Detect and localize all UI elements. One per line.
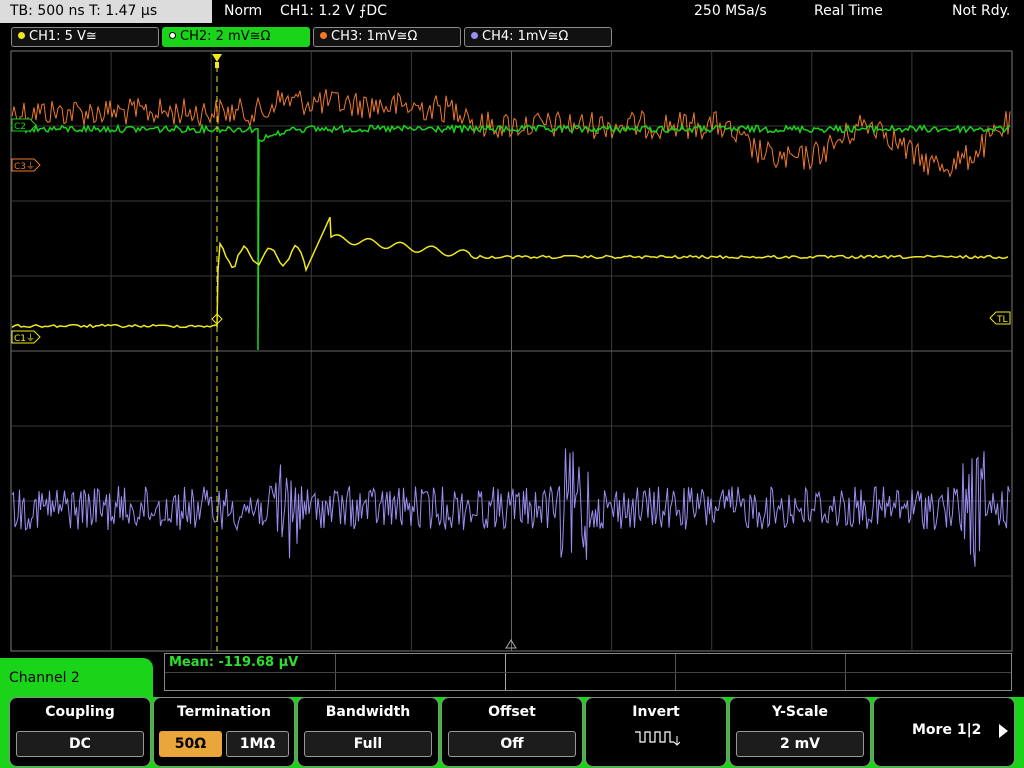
trigger-position-stem: [215, 62, 219, 68]
coupling-button[interactable]: Coupling DC: [9, 697, 151, 767]
termination-button[interactable]: Termination 50Ω 1MΩ: [153, 697, 295, 767]
ch3-marker-label: C3⏚: [14, 161, 35, 172]
bandwidth-button[interactable]: Bandwidth Full: [297, 697, 439, 767]
more-button[interactable]: More 1|2: [873, 697, 1015, 767]
y-scale-value: 2 mV: [736, 731, 864, 757]
bandwidth-label: Bandwidth: [325, 704, 411, 720]
ch2-marker-label: C2: [14, 122, 26, 132]
coupling-value: DC: [16, 731, 144, 757]
invert-button[interactable]: Invert: [585, 697, 727, 767]
measurement-panel[interactable]: Mean: -119.68 µV: [164, 653, 1012, 691]
trigger-level-label: TL: [996, 315, 1008, 325]
y-scale-label: Y-Scale: [771, 704, 828, 720]
termination-label: Termination: [177, 704, 271, 720]
invert-waveform-icon: [635, 731, 680, 746]
mean-measurement: Mean: -119.68 µV: [169, 655, 299, 670]
arrow-right-icon: [999, 724, 1008, 738]
more-label: More 1|2: [912, 722, 982, 738]
coupling-label: Coupling: [45, 704, 115, 720]
offset-value: Off: [448, 731, 576, 757]
bandwidth-value: Full: [304, 731, 432, 757]
termination-50ohm-option[interactable]: 50Ω: [159, 731, 222, 757]
termination-1mohm-option[interactable]: 1MΩ: [226, 731, 289, 757]
offset-label: Offset: [488, 704, 536, 720]
ch1-marker-label: C1⏚: [14, 333, 35, 344]
y-scale-button[interactable]: Y-Scale 2 mV: [729, 697, 871, 767]
softkey-bar: Coupling DC Termination 50Ω 1MΩ Bandwidt…: [0, 697, 1024, 768]
offset-button[interactable]: Offset Off: [441, 697, 583, 767]
invert-label: Invert: [632, 704, 680, 720]
menu-title: Channel 2: [0, 658, 153, 698]
